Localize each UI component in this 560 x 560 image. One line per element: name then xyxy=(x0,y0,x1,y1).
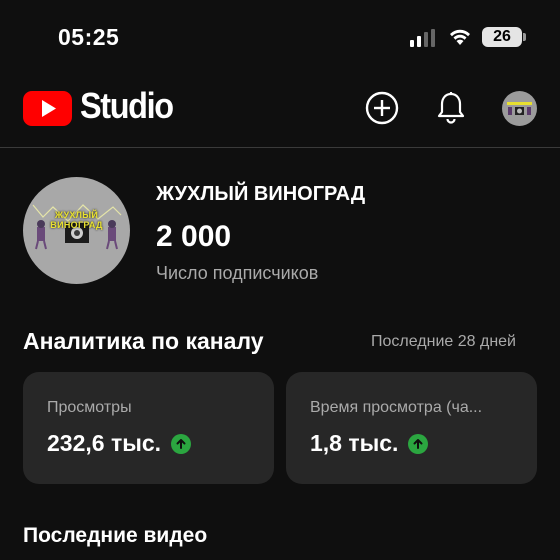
plus-icon xyxy=(365,91,399,125)
status-time: 05:25 xyxy=(58,24,120,50)
bell-icon xyxy=(437,92,465,124)
views-value-row: 232,6 тыс. xyxy=(47,430,192,457)
views-value: 232,6 тыс. xyxy=(47,430,162,456)
watch-time-value: 1,8 тыс. xyxy=(310,430,399,456)
studio-label: Studio xyxy=(80,85,174,126)
trend-up-icon xyxy=(171,433,192,454)
channel-avatar-label: ЖУХЛЫЙ ВИНОГРАД xyxy=(50,210,103,230)
cellular-signal-icon xyxy=(410,29,435,47)
wifi-icon xyxy=(450,29,470,45)
watch-time-value-row: 1,8 тыс. xyxy=(310,430,429,457)
watch-time-label: Время просмотра (ча... xyxy=(310,399,483,416)
views-label: Просмотры xyxy=(47,399,132,416)
recent-videos-title: Последние видео xyxy=(23,524,208,547)
channel-avatar[interactable]: ЖУХЛЫЙ ВИНОГРАД xyxy=(23,177,130,284)
notifications-button[interactable] xyxy=(431,88,471,128)
subscriber-count-label: Число подписчиков xyxy=(156,263,319,283)
youtube-logo-icon xyxy=(23,91,72,126)
analytics-title: Аналитика по каналу xyxy=(23,328,264,354)
views-card[interactable]: Просмотры 232,6 тыс. xyxy=(23,372,274,484)
battery-cap xyxy=(523,33,526,41)
create-button[interactable] xyxy=(362,88,402,128)
watch-time-card[interactable]: Время просмотра (ча... 1,8 тыс. xyxy=(286,372,537,484)
channel-name: ЖУХЛЫЙ ВИНОГРАД xyxy=(156,183,366,205)
channel-art-icon xyxy=(32,204,122,250)
analytics-period: Последние 28 дней xyxy=(371,333,516,350)
trend-up-icon xyxy=(408,433,429,454)
subscriber-count: 2 000 xyxy=(156,220,232,253)
account-avatar[interactable] xyxy=(502,91,537,126)
header-divider xyxy=(0,147,560,148)
battery-indicator: 26 xyxy=(482,27,522,47)
avatar-image-icon xyxy=(507,102,532,115)
